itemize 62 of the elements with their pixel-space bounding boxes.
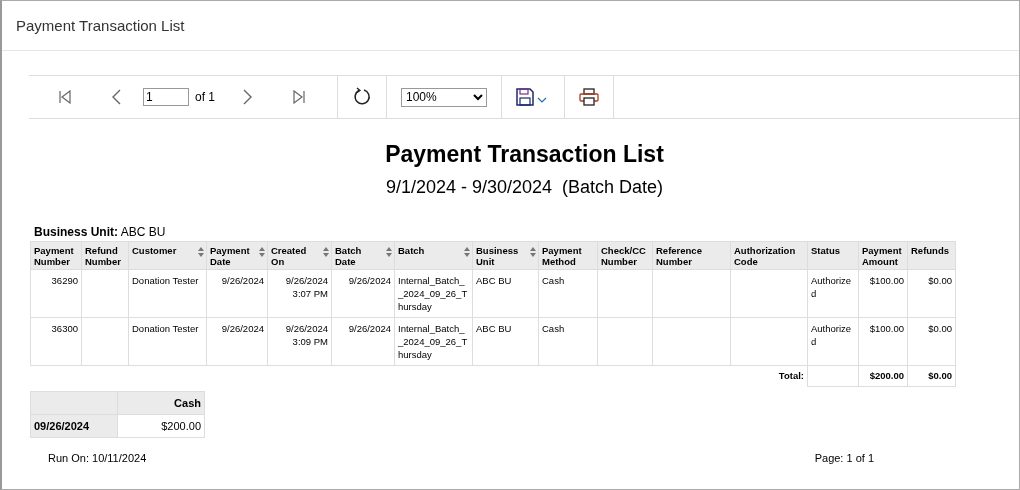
group-value: ABC BU xyxy=(120,225,166,239)
summary-header: Cash xyxy=(117,391,205,415)
sort-icon xyxy=(464,247,470,257)
page-indicator: Page: 1 of 1 xyxy=(814,452,874,464)
table-cell: 9/26/2024 xyxy=(206,269,268,318)
total-payment-amount: $200.00 xyxy=(858,365,908,387)
column-header: Status xyxy=(807,241,859,270)
column-header[interactable]: Created On xyxy=(267,241,332,270)
column-header[interactable]: Business Unit xyxy=(472,241,539,270)
column-header[interactable]: Customer xyxy=(128,241,207,270)
table-cell: Donation Tester xyxy=(128,317,207,366)
table-cell: Internal_Batch__2024_09_26_Thursday xyxy=(394,317,473,366)
sort-icon xyxy=(259,247,265,257)
report-title: Payment Transaction List xyxy=(384,141,665,168)
sort-icon xyxy=(198,247,204,257)
column-header[interactable]: Batch xyxy=(394,241,473,270)
column-header: Payment Method xyxy=(538,241,598,270)
print-button[interactable] xyxy=(577,86,601,108)
table-cell: $0.00 xyxy=(907,269,956,318)
column-header: Refunds xyxy=(907,241,956,270)
column-header: Check/CC Number xyxy=(597,241,653,270)
run-on-date: Run On: 10/11/2024 xyxy=(48,452,147,464)
table-cell: Cash xyxy=(538,317,598,366)
table-cell: Internal_Batch__2024_09_26_Thursday xyxy=(394,269,473,318)
column-header[interactable]: Batch Date xyxy=(331,241,395,270)
page-count: of 1 xyxy=(195,90,215,104)
sort-icon xyxy=(323,247,329,257)
table-cell: $100.00 xyxy=(858,317,908,366)
table-cell: ABC BU xyxy=(472,317,539,366)
total-refunds: $0.00 xyxy=(907,365,956,387)
sort-icon xyxy=(530,247,536,257)
table-cell: ABC BU xyxy=(472,269,539,318)
table-cell: 9/26/2024 3:09 PM xyxy=(267,317,332,366)
sort-icon xyxy=(386,247,392,257)
window-title: Payment Transaction List xyxy=(16,17,185,34)
table-cell: Authorized xyxy=(807,269,859,318)
summary-amount: $200.00 xyxy=(117,414,205,438)
table-cell: 36300 xyxy=(30,317,82,366)
column-header: Payment Amount xyxy=(858,241,908,270)
table-cell: $0.00 xyxy=(907,317,956,366)
page-number-field[interactable]: 1 xyxy=(143,88,189,106)
group-label: Business Unit: xyxy=(34,225,118,239)
summary-date: 09/26/2024 xyxy=(30,414,118,438)
table-cell: Cash xyxy=(538,269,598,318)
table-cell: 9/26/2024 xyxy=(331,269,395,318)
column-header[interactable]: Payment Date xyxy=(206,241,268,270)
column-header: Authorization Code xyxy=(730,241,808,270)
table-cell: 9/26/2024 xyxy=(206,317,268,366)
total-label: Total: xyxy=(778,370,804,381)
report-subtitle: 9/1/2024 - 9/30/2024 (Batch Date) xyxy=(384,177,665,198)
column-header: Payment Number xyxy=(30,241,82,270)
table-cell: 9/26/2024 xyxy=(331,317,395,366)
last-page-button[interactable] xyxy=(290,88,308,106)
table-cell: 36290 xyxy=(30,269,82,318)
table-cell: $100.00 xyxy=(858,269,908,318)
table-cell: 9/26/2024 3:07 PM xyxy=(267,269,332,318)
first-page-button[interactable] xyxy=(56,88,74,106)
table-cell: Authorized xyxy=(807,317,859,366)
column-header: Reference Number xyxy=(652,241,731,270)
column-header: Refund Number xyxy=(81,241,129,270)
table-cell: Donation Tester xyxy=(128,269,207,318)
zoom-select[interactable]: 100% xyxy=(401,87,487,107)
